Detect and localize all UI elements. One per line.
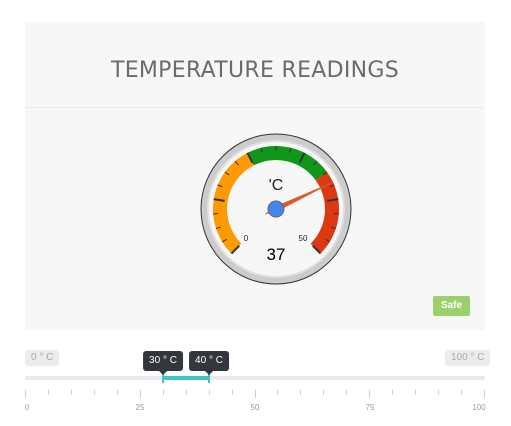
scale-tick (25, 390, 26, 398)
scale-tick (277, 390, 279, 395)
scale-label: 100 (472, 403, 486, 412)
scale-label: 25 (135, 403, 145, 412)
range-slider-selection (163, 376, 209, 380)
status-badge: Safe (433, 296, 470, 316)
scale-label: 50 (250, 403, 260, 412)
gauge-value-label: 37 (267, 245, 286, 264)
panel-header: TEMPERATURE READINGS (25, 22, 485, 108)
low-handle-tooltip: 30 ° C (143, 351, 183, 375)
gauge-max-label: 50 (299, 234, 308, 243)
scale-tick (47, 390, 49, 395)
gauge-unit-label: 'C (269, 177, 284, 194)
range-slider-track[interactable] (25, 376, 485, 380)
scale-tick (461, 390, 463, 395)
scale-tick (484, 390, 485, 398)
panel-title: TEMPERATURE READINGS (110, 58, 400, 83)
scale-tick (139, 390, 141, 398)
scale-tick (116, 390, 118, 395)
scale-tick (93, 390, 95, 395)
gauge-hub (267, 200, 285, 218)
high-handle-tooltip: 40 ° C (189, 351, 229, 375)
gauge-min-label: 0 (244, 234, 249, 243)
scale-tick (254, 390, 256, 398)
scale-tick (323, 390, 325, 395)
scale-tick (185, 390, 187, 395)
slider-min-label: 0 ° C (25, 350, 60, 366)
temperature-gauge: 'C 0 50 37 (200, 133, 352, 285)
slider-max-label: 100 ° C (445, 350, 491, 366)
scale-tick (346, 390, 348, 395)
slider-scale: 0 25 50 75 100 (24, 390, 486, 426)
scale-tick (300, 390, 302, 395)
scale-tick (438, 390, 440, 395)
scale-tick (231, 390, 233, 395)
scale-tick (415, 390, 417, 395)
scale-tick (369, 390, 371, 398)
scale-tick (208, 390, 210, 395)
scale-tick (392, 390, 394, 395)
scale-tick (162, 390, 164, 395)
scale-tick (70, 390, 72, 395)
scale-label: 75 (365, 403, 375, 412)
scale-label: 0 (24, 403, 30, 412)
